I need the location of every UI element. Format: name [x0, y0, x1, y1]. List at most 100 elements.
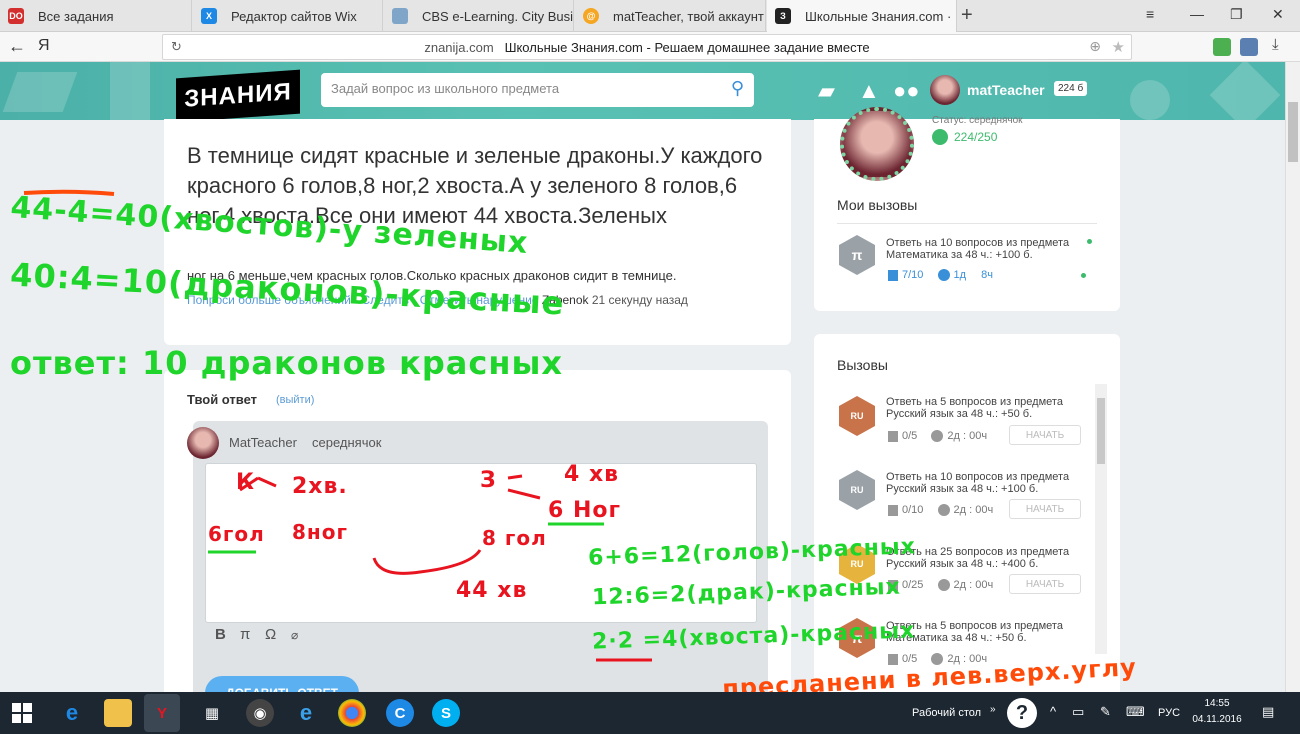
formula-button[interactable]: π: [240, 626, 250, 643]
question-action-links[interactable]: Попроси больше объяснений · Следить · От…: [187, 293, 538, 307]
call-time: 2д : 00ч: [947, 653, 988, 665]
windows-start-icon[interactable]: [12, 703, 32, 723]
restore-icon[interactable]: ❐: [1230, 6, 1243, 23]
header-decoration: [1130, 80, 1170, 120]
answer-editor: MatTeacher середнячок B π Ω ⌀ ДОБАВИТЬ О…: [187, 421, 768, 711]
system-clock[interactable]: 14:55 04.11.2016: [1191, 696, 1243, 728]
call-item-text: Ответь на 25 вопросов из предмета Русски…: [886, 546, 1069, 570]
chevron-icon[interactable]: »: [990, 704, 996, 715]
orange-stroke: [23, 189, 115, 196]
profile-avatar[interactable]: [840, 107, 914, 181]
tab-all-tasks[interactable]: DO Все задания: [0, 0, 192, 32]
back-arrow-icon[interactable]: ←: [8, 36, 26, 57]
help-icon[interactable]: ?: [1007, 698, 1037, 728]
download-icon[interactable]: ⤓: [1272, 36, 1279, 53]
task-icon: [888, 579, 898, 591]
media-icon[interactable]: ◉: [246, 699, 274, 727]
app-icon[interactable]: C: [386, 699, 414, 727]
keyboard-icon[interactable]: ⌨: [1126, 704, 1145, 720]
attach-icon[interactable]: ⌀: [291, 628, 298, 642]
call-line1: Ответь на 5 вопросов из предмета: [886, 620, 1063, 632]
answer-textarea[interactable]: [205, 463, 757, 623]
search-input[interactable]: [331, 81, 711, 96]
extension-icon[interactable]: [1213, 38, 1231, 56]
question-author[interactable]: Zabenok: [542, 293, 589, 307]
start-call-button[interactable]: НАЧАТЬ: [1009, 574, 1081, 594]
close-icon[interactable]: ✕: [1272, 6, 1284, 23]
call-progress: 0/10: [902, 504, 924, 516]
tab-znanija[interactable]: З Школьные Знания.com ·: [767, 0, 957, 32]
chevron-up-icon[interactable]: ^: [1050, 704, 1056, 719]
desktop-label[interactable]: Рабочий стол: [912, 707, 981, 719]
protect-icon[interactable]: ⊕: [1089, 38, 1101, 55]
my-call-progress: 7/10: [902, 269, 924, 281]
pen-icon[interactable]: ✎: [1100, 704, 1111, 720]
minimize-icon[interactable]: —: [1190, 6, 1204, 22]
answer-card: Твой ответ (выйти) MatTeacher середнячок…: [164, 370, 791, 711]
ie-icon[interactable]: e: [292, 699, 320, 727]
task-icon: [888, 504, 898, 516]
yandex-logo[interactable]: Я: [38, 37, 50, 55]
store-icon[interactable]: ▦: [198, 699, 226, 727]
bold-button[interactable]: B: [215, 626, 226, 643]
call-item-text: Ответь на 5 вопросов из предмета Русский…: [886, 396, 1063, 420]
start-call-button[interactable]: НАЧАТЬ: [1009, 425, 1081, 445]
editor-rank: середнячок: [312, 435, 382, 450]
calls-scrollbar[interactable]: [1095, 384, 1107, 654]
new-tab-button[interactable]: +: [961, 4, 973, 27]
tab-mail-account[interactable]: @ matTeacher, твой аккаунт го: [575, 0, 766, 32]
yandex-browser-icon[interactable]: Y: [144, 694, 180, 732]
tab-title: matTeacher, твой аккаунт го: [613, 8, 766, 24]
tab-cbs-elearning[interactable]: CBS e-Learning. City Busines: [384, 0, 574, 32]
russian-badge-icon: RU: [839, 470, 875, 510]
star-icon[interactable]: ★: [1112, 38, 1125, 56]
tab-wix-editor[interactable]: X Редактор сайтов Wix: [193, 0, 383, 32]
extension-icon[interactable]: [1240, 38, 1258, 56]
scrollbar-thumb[interactable]: [1288, 102, 1298, 162]
header-username[interactable]: matTeacher: [967, 82, 1045, 98]
clock-icon: [931, 653, 944, 665]
call-time: 2д : 00ч: [953, 504, 994, 516]
editor-username[interactable]: MatTeacher: [229, 435, 297, 450]
bell-icon[interactable]: ▲: [858, 78, 880, 104]
call-line2: Русский язык за 48 ч.: +50 б.: [886, 408, 1033, 420]
task-icon: [888, 430, 898, 442]
messages-icon[interactable]: ▰: [818, 78, 835, 104]
chrome-icon[interactable]: [338, 699, 366, 727]
url-field[interactable]: ↻ znanija.com Школьные Знания.com - Реша…: [162, 34, 1132, 60]
start-call-button[interactable]: НАЧАТЬ: [1009, 499, 1081, 519]
avatar[interactable]: [930, 75, 960, 105]
skype-icon[interactable]: S: [432, 699, 460, 727]
language-indicator[interactable]: РУС: [1158, 707, 1180, 719]
file-explorer-icon[interactable]: [104, 699, 132, 727]
clock-icon: [937, 579, 950, 591]
friends-icon[interactable]: ●●: [893, 78, 920, 104]
notifications-icon[interactable]: ▤: [1262, 704, 1274, 720]
cbs-icon: [392, 8, 408, 24]
math-badge-icon: π: [839, 235, 875, 275]
calls-card: Вызовы RU Ответь на 5 вопросов из предме…: [814, 334, 1120, 700]
calls-title: Вызовы: [837, 357, 888, 373]
question-meta: Попроси больше объяснений · Следить · От…: [187, 293, 688, 307]
clock-icon: [937, 269, 950, 281]
search-icon[interactable]: ⚲: [731, 78, 744, 99]
call-line1: Ответь на 5 вопросов из предмета: [886, 396, 1063, 408]
profile-status: Статус: середнячок: [932, 115, 1023, 126]
menu-icon[interactable]: ≡: [1146, 6, 1154, 22]
header-decoration: [1209, 62, 1281, 120]
call-item-meta: 0/5 2д : 00ч: [888, 653, 987, 665]
site-header: ЗНАНИЯ ⚲ ▰ ▲ ●● matTeacher 224 б: [0, 62, 1285, 120]
question-text: В темнице сидят красные и зеленые дракон…: [187, 143, 763, 228]
url-text: znanija.com Школьные Знания.com - Решаем…: [163, 40, 1131, 55]
my-calls-title: Мои вызовы: [837, 197, 918, 213]
symbol-button[interactable]: Ω: [265, 626, 276, 643]
site-logo[interactable]: ЗНАНИЯ: [176, 69, 300, 120]
battery-icon[interactable]: ▭: [1072, 704, 1084, 720]
search-box[interactable]: ⚲: [321, 73, 754, 107]
call-progress: 0/5: [902, 653, 918, 665]
page-scrollbar[interactable]: [1285, 62, 1300, 692]
exit-link[interactable]: (выйти): [276, 394, 314, 406]
wix-icon: X: [201, 8, 217, 24]
edge-icon[interactable]: e: [58, 699, 86, 727]
scrollbar-thumb[interactable]: [1097, 398, 1105, 464]
